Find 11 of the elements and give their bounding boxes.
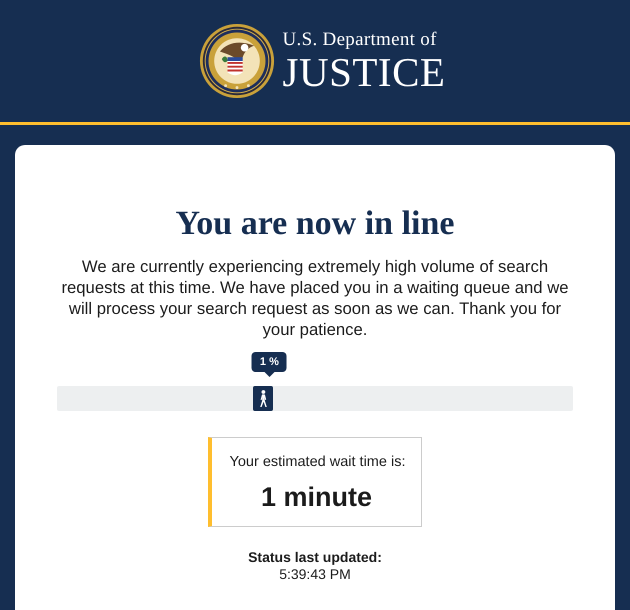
agency-name: JUSTICE <box>282 50 446 92</box>
person-icon <box>260 390 267 407</box>
page-title: You are now in line <box>176 204 454 244</box>
status-time: 5:39:43 PM <box>279 566 351 583</box>
seal-icon <box>198 22 275 98</box>
wait-time-value: 1 minute <box>260 481 372 513</box>
status-label: Status last updated: <box>248 549 382 566</box>
queue-message: We are currently experiencing extremely high volume of search requests at this time. We have placed you in a waiting queue and we will process your search request as soon as we can. Thank you for your patience. <box>60 256 570 340</box>
progress-tooltip: 1 % <box>252 352 287 377</box>
agency-line: U.S. Department of <box>282 28 438 50</box>
wait-time-label: Your estimated wait time is: <box>230 454 406 471</box>
